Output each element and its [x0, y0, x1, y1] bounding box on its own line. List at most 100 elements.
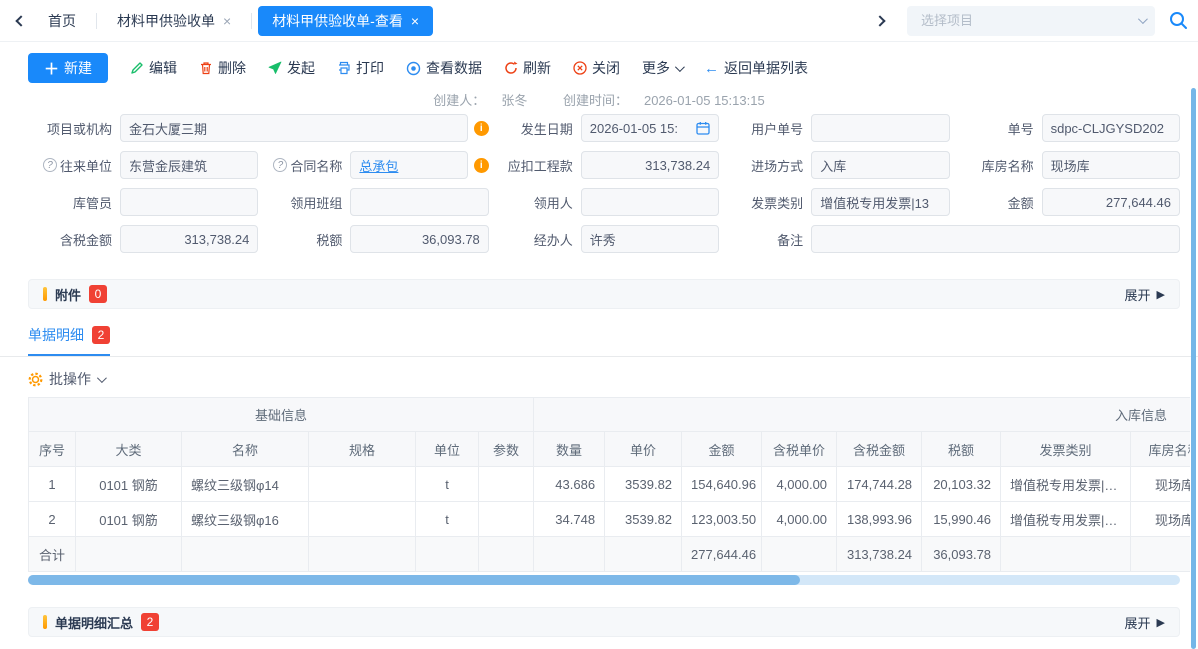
- info-icon[interactable]: i: [474, 158, 489, 173]
- attachments-count-badge: 0: [89, 285, 107, 303]
- deductible-amount-input[interactable]: 313,738.24: [581, 151, 719, 179]
- project-select-input[interactable]: [921, 13, 1138, 28]
- refresh-button[interactable]: 刷新: [504, 58, 551, 78]
- requisition-team-input[interactable]: [350, 188, 488, 216]
- cell: 3539.82: [605, 502, 682, 537]
- tab-divider: [251, 13, 252, 29]
- contract-link[interactable]: 总承包: [359, 156, 398, 175]
- doc-no-input[interactable]: sdpc-CLJGYSD202: [1042, 114, 1180, 142]
- field-project: 项目或机构 金石大厦三期 i: [28, 114, 489, 142]
- cell: 4,000.00: [762, 467, 837, 502]
- field-deductible-amount: 应扣工程款 313,738.24: [489, 151, 719, 179]
- tab-material-list[interactable]: 材料甲供验收单 ×: [103, 6, 245, 36]
- close-icon[interactable]: ×: [411, 13, 419, 29]
- cell: 2: [29, 502, 76, 537]
- edit-button[interactable]: 编辑: [130, 58, 177, 78]
- cell: 现场库: [1131, 467, 1190, 502]
- calendar-icon[interactable]: [696, 121, 710, 135]
- tax-amount-input[interactable]: 36,093.78: [350, 225, 488, 253]
- chevron-down-icon: [1138, 14, 1148, 24]
- vertical-scrollbar-thumb[interactable]: [1191, 88, 1196, 649]
- print-button[interactable]: 打印: [337, 58, 384, 78]
- table-header-row: 序号 大类 名称 规格 单位 参数 数量 单价 金额 含税单价 含税金额 税额 …: [29, 432, 1191, 467]
- batch-ops-button[interactable]: 批操作: [0, 357, 1198, 397]
- tabs-scroll-right-icon[interactable]: [867, 8, 893, 34]
- field-handler: 经办人 许秀: [489, 225, 719, 253]
- cell: [309, 537, 416, 572]
- back-to-list-button[interactable]: ← 返回单据列表: [704, 58, 808, 78]
- arrow-left-icon: ←: [704, 60, 719, 77]
- info-icon[interactable]: i: [474, 121, 489, 136]
- cell: 123,003.50: [682, 502, 762, 537]
- counterparty-input[interactable]: 东营金辰建筑: [120, 151, 258, 179]
- cell: 合计: [29, 537, 76, 572]
- summary-expand-button[interactable]: 展开 ▶: [1125, 613, 1165, 632]
- send-icon: [268, 61, 282, 75]
- remark-input[interactable]: [811, 225, 1180, 253]
- field-requisition-person: 领用人: [489, 188, 719, 216]
- doc-meta: 创建人：张冬 创建时间：2026-01-05 15:13:15: [0, 84, 1198, 108]
- triangle-right-icon: ▶: [1157, 288, 1165, 301]
- toolbar: ＋新建 编辑 删除 发起 打印 查看数据 刷新 关闭 更多 ← 返回单据列表: [0, 42, 1198, 84]
- gear-icon: [28, 372, 43, 387]
- cell: 螺纹三级钢φ16: [182, 502, 309, 537]
- handler-input[interactable]: 许秀: [581, 225, 719, 253]
- invoice-type-input[interactable]: 增值税专用发票|13: [811, 188, 949, 216]
- creator-value: 张冬: [501, 93, 527, 108]
- tab-material-view[interactable]: 材料甲供验收单-查看 ×: [258, 6, 433, 36]
- detail-table: 基础信息 入库信息 序号 大类 名称 规格 单位 参数 数量 单价 金额 含税单…: [28, 397, 1190, 572]
- horizontal-scrollbar[interactable]: [28, 575, 1180, 585]
- summary-count-badge: 2: [141, 613, 159, 631]
- field-counterparty: ?往来单位 东营金辰建筑: [28, 151, 258, 179]
- warehouse-keeper-input[interactable]: [120, 188, 258, 216]
- user-doc-no-input[interactable]: [811, 114, 949, 142]
- amount-input[interactable]: 277,644.46: [1042, 188, 1180, 216]
- search-icon[interactable]: [1169, 11, 1188, 30]
- col-category: 大类: [76, 432, 182, 467]
- table-total-row: 合计277,644.46313,738.2436,093.78: [29, 537, 1191, 572]
- cell: 36,093.78: [922, 537, 1001, 572]
- view-data-button[interactable]: 查看数据: [406, 58, 482, 78]
- project-select[interactable]: [907, 6, 1155, 36]
- close-doc-button[interactable]: 关闭: [573, 58, 620, 78]
- field-user-doc-no: 用户单号: [719, 114, 949, 142]
- col-spec: 规格: [309, 432, 416, 467]
- tab-home[interactable]: 首页: [34, 6, 90, 36]
- delete-button[interactable]: 删除: [199, 58, 246, 78]
- occur-date-input[interactable]: 2026-01-05 15:: [581, 114, 719, 142]
- attachments-expand-button[interactable]: 展开 ▶: [1125, 285, 1165, 304]
- chevron-down-icon: [675, 62, 685, 72]
- tax-included-amount-input[interactable]: 313,738.24: [120, 225, 258, 253]
- warehouse-name-input[interactable]: 现场库: [1042, 151, 1180, 179]
- help-icon[interactable]: ?: [273, 158, 287, 172]
- entry-mode-input[interactable]: 入库: [811, 151, 949, 179]
- help-icon[interactable]: ?: [43, 158, 57, 172]
- cell: 277,644.46: [682, 537, 762, 572]
- tabs-scroll-left-icon[interactable]: [8, 8, 34, 34]
- accent-bar: [43, 287, 47, 301]
- table-group-header-row: 基础信息 入库信息: [29, 398, 1191, 432]
- cell: 现场库: [1131, 502, 1190, 537]
- horizontal-scrollbar-thumb[interactable]: [28, 575, 800, 585]
- col-tax-incl-price: 含税单价: [762, 432, 837, 467]
- more-button[interactable]: 更多: [642, 58, 682, 78]
- field-doc-no: 单号 sdpc-CLJGYSD202: [950, 114, 1180, 142]
- contract-name-input[interactable]: 总承包: [350, 151, 467, 179]
- cell: [534, 537, 605, 572]
- cell: 0101 钢筋: [76, 467, 182, 502]
- cell: 0101 钢筋: [76, 502, 182, 537]
- project-input[interactable]: 金石大厦三期: [120, 114, 468, 142]
- trash-icon: [199, 61, 213, 75]
- attachments-section-bar: 附件 0 展开 ▶: [28, 279, 1180, 309]
- group-header-basic: 基础信息: [29, 398, 534, 432]
- new-button[interactable]: ＋新建: [28, 53, 108, 83]
- chevron-down-icon: [97, 373, 107, 383]
- col-qty: 数量: [534, 432, 605, 467]
- requisition-person-input[interactable]: [581, 188, 719, 216]
- tab-detail[interactable]: 单据明细 2: [28, 325, 110, 356]
- close-icon[interactable]: ×: [223, 13, 231, 29]
- launch-button[interactable]: 发起: [268, 58, 315, 78]
- cell: [479, 502, 534, 537]
- cell: 增值税专用发票|…: [1001, 502, 1131, 537]
- cell: 20,103.32: [922, 467, 1001, 502]
